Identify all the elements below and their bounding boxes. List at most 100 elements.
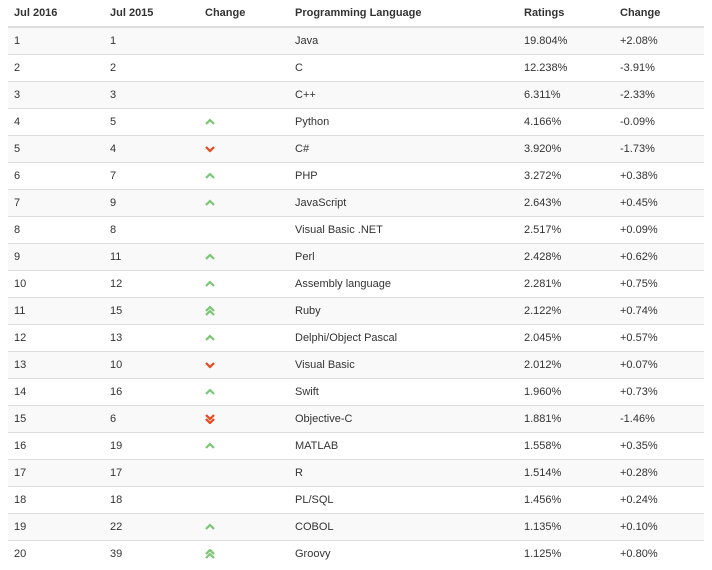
ranking-table: Jul 2016 Jul 2015 Change Programming Lan…	[8, 0, 704, 567]
rating-change: +0.24%	[614, 486, 704, 514]
rank-2015: 5	[104, 108, 199, 136]
table-row: 9 11 Perl 2.428% +0.62%	[8, 243, 704, 271]
chevron-up-double-icon	[205, 549, 215, 559]
rank-2015: 6	[104, 405, 199, 433]
rank-2015: 17	[104, 459, 199, 487]
chevron-up-icon	[205, 118, 215, 125]
rating-change: -1.73%	[614, 135, 704, 163]
rank-2016: 7	[8, 189, 104, 217]
language-name: Visual Basic .NET	[289, 216, 518, 244]
rating-change: +0.09%	[614, 216, 704, 244]
rank-2015: 13	[104, 324, 199, 352]
header-change-icon: Change	[199, 0, 289, 28]
chevron-up-icon	[205, 280, 215, 287]
rank-2016: 18	[8, 486, 104, 514]
table-row: 19 22 COBOL 1.135% +0.10%	[8, 513, 704, 541]
rank-2016: 14	[8, 378, 104, 406]
rank-2015: 22	[104, 513, 199, 541]
language-name: PL/SQL	[289, 486, 518, 514]
trend-cell	[199, 540, 289, 567]
table-row: 8 8 Visual Basic .NET 2.517% +0.09%	[8, 216, 704, 244]
rank-2016: 10	[8, 270, 104, 298]
rating: 3.920%	[518, 135, 614, 163]
table-row: 6 7 PHP 3.272% +0.38%	[8, 162, 704, 190]
rating-change: +0.73%	[614, 378, 704, 406]
rating-change: +0.35%	[614, 432, 704, 460]
language-name: Python	[289, 108, 518, 136]
rank-2015: 10	[104, 351, 199, 379]
rank-2016: 1	[8, 26, 104, 55]
rating-change: -1.46%	[614, 405, 704, 433]
chevron-down-double-icon	[205, 414, 215, 425]
table-row: 15 6 Objective-C 1.881% -1.46%	[8, 405, 704, 433]
trend-cell	[199, 378, 289, 406]
trend-cell	[199, 432, 289, 460]
chevron-up-icon	[205, 523, 215, 530]
trend-cell	[199, 162, 289, 190]
rank-2015: 2	[104, 54, 199, 82]
chevron-up-double-icon	[205, 306, 215, 316]
rank-2016: 3	[8, 81, 104, 109]
language-name: C	[289, 54, 518, 82]
table-row: 12 13 Delphi/Object Pascal 2.045% +0.57%	[8, 324, 704, 352]
header-change: Change	[614, 0, 704, 28]
rank-2016: 17	[8, 459, 104, 487]
trend-cell	[199, 405, 289, 433]
table-row: 16 19 MATLAB 1.558% +0.35%	[8, 432, 704, 460]
trend-cell	[199, 513, 289, 541]
rank-2016: 15	[8, 405, 104, 433]
rating: 2.428%	[518, 243, 614, 271]
table-row: 2 2 C 12.238% -3.91%	[8, 54, 704, 82]
language-name: Assembly language	[289, 270, 518, 298]
chevron-up-icon	[205, 442, 215, 449]
table-row: 1 1 Java 19.804% +2.08%	[8, 26, 704, 55]
language-name: JavaScript	[289, 189, 518, 217]
rank-2016: 5	[8, 135, 104, 163]
rating: 2.012%	[518, 351, 614, 379]
rating: 2.517%	[518, 216, 614, 244]
language-name: Swift	[289, 378, 518, 406]
table-row: 13 10 Visual Basic 2.012% +0.07%	[8, 351, 704, 379]
rating-change: +0.62%	[614, 243, 704, 271]
trend-cell	[199, 81, 289, 109]
table-row: 17 17 R 1.514% +0.28%	[8, 459, 704, 487]
rating-change: +0.38%	[614, 162, 704, 190]
rating: 4.166%	[518, 108, 614, 136]
chevron-up-icon	[205, 172, 215, 179]
rating-change: +0.10%	[614, 513, 704, 541]
rating-change: -0.09%	[614, 108, 704, 136]
rating: 2.643%	[518, 189, 614, 217]
chevron-up-icon	[205, 334, 215, 341]
rank-2015: 18	[104, 486, 199, 514]
rating-change: +0.74%	[614, 297, 704, 325]
rank-2015: 8	[104, 216, 199, 244]
header-ratings: Ratings	[518, 0, 614, 28]
rating: 1.558%	[518, 432, 614, 460]
rank-2015: 16	[104, 378, 199, 406]
trend-cell	[199, 216, 289, 244]
header-language: Programming Language	[289, 0, 518, 28]
rank-2015: 7	[104, 162, 199, 190]
rank-2016: 2	[8, 54, 104, 82]
trend-cell	[199, 351, 289, 379]
table-row: 11 15 Ruby 2.122% +0.74%	[8, 297, 704, 325]
trend-cell	[199, 459, 289, 487]
rating: 6.311%	[518, 81, 614, 109]
rank-2015: 4	[104, 135, 199, 163]
rating: 1.135%	[518, 513, 614, 541]
language-name: Perl	[289, 243, 518, 271]
trend-cell	[199, 297, 289, 325]
trend-cell	[199, 243, 289, 271]
chevron-up-icon	[205, 388, 215, 395]
language-name: Groovy	[289, 540, 518, 567]
rating: 19.804%	[518, 26, 614, 55]
rating: 1.881%	[518, 405, 614, 433]
rank-2016: 11	[8, 297, 104, 325]
rating: 2.281%	[518, 270, 614, 298]
rank-2016: 16	[8, 432, 104, 460]
chevron-down-icon	[205, 362, 215, 369]
language-name: PHP	[289, 162, 518, 190]
rank-2015: 1	[104, 26, 199, 55]
trend-cell	[199, 189, 289, 217]
rating: 1.960%	[518, 378, 614, 406]
